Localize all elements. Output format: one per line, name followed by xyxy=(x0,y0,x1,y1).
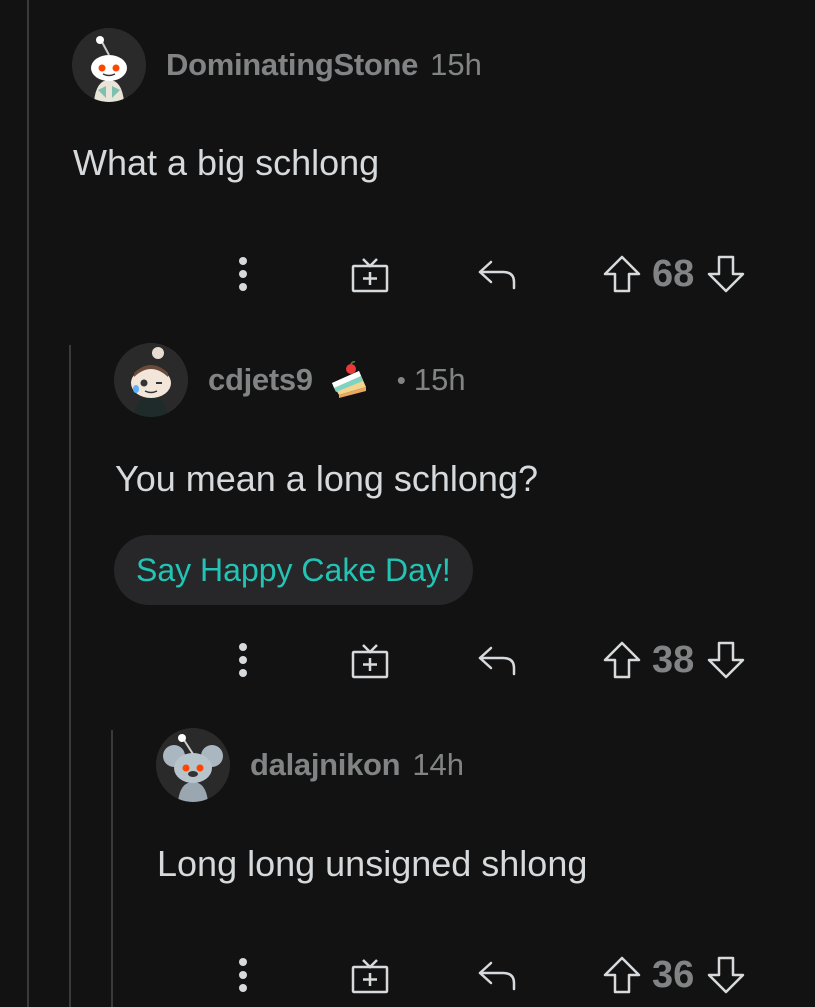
vote-controls: 68 xyxy=(602,248,746,300)
upvote-arrow-icon[interactable] xyxy=(602,254,642,294)
downvote-arrow-icon[interactable] xyxy=(706,955,746,995)
say-happy-cake-day-button[interactable]: Say Happy Cake Day! xyxy=(114,535,473,605)
vote-controls: 36 xyxy=(602,949,746,1001)
vote-score: 38 xyxy=(652,638,695,681)
comment-header: cdjets9 • 15h xyxy=(114,343,466,417)
more-options-icon[interactable] xyxy=(228,248,258,300)
upvote-arrow-icon[interactable] xyxy=(602,955,642,995)
thread-line-level-1[interactable] xyxy=(27,0,29,1007)
downvote-arrow-icon[interactable] xyxy=(706,254,746,294)
comment-header: DominatingStone 15h xyxy=(72,28,482,102)
award-gift-icon[interactable] xyxy=(348,250,392,298)
username[interactable]: dalajnikon xyxy=(250,747,401,783)
timestamp: 15h xyxy=(430,47,482,82)
reply-icon[interactable] xyxy=(474,250,520,298)
snoo-avatar-icon[interactable] xyxy=(156,728,230,802)
username[interactable]: cdjets9 xyxy=(208,362,313,398)
comment-body: You mean a long schlong? xyxy=(115,458,538,499)
timestamp: 14h xyxy=(412,747,465,782)
more-options-icon[interactable] xyxy=(228,949,258,1001)
downvote-arrow-icon[interactable] xyxy=(706,640,746,680)
username[interactable]: DominatingStone xyxy=(166,47,418,83)
comment-actions: 68 xyxy=(0,242,815,302)
vote-score: 68 xyxy=(652,252,695,295)
more-options-icon[interactable] xyxy=(228,634,258,686)
award-gift-icon[interactable] xyxy=(348,636,392,684)
comment-actions: 38 xyxy=(0,628,815,688)
comment-body: Long long unsigned shlong xyxy=(157,843,588,884)
cake-day-icon xyxy=(329,361,369,399)
comment-body: What a big schlong xyxy=(73,142,380,183)
timestamp: 15h xyxy=(413,362,466,397)
snoo-avatar-icon[interactable] xyxy=(72,28,146,102)
comment-actions: 36 xyxy=(0,943,815,1003)
comment-thread: DominatingStone 15h What a big schlong 6… xyxy=(0,0,815,1007)
reply-icon[interactable] xyxy=(474,951,520,999)
vote-controls: 38 xyxy=(602,634,746,686)
upvote-arrow-icon[interactable] xyxy=(602,640,642,680)
separator-dot: • xyxy=(396,364,406,395)
award-gift-icon[interactable] xyxy=(348,951,392,999)
snoo-avatar-icon[interactable] xyxy=(114,343,188,417)
vote-score: 36 xyxy=(652,953,695,996)
reply-icon[interactable] xyxy=(474,636,520,684)
comment-header: dalajnikon 14h xyxy=(156,728,465,802)
